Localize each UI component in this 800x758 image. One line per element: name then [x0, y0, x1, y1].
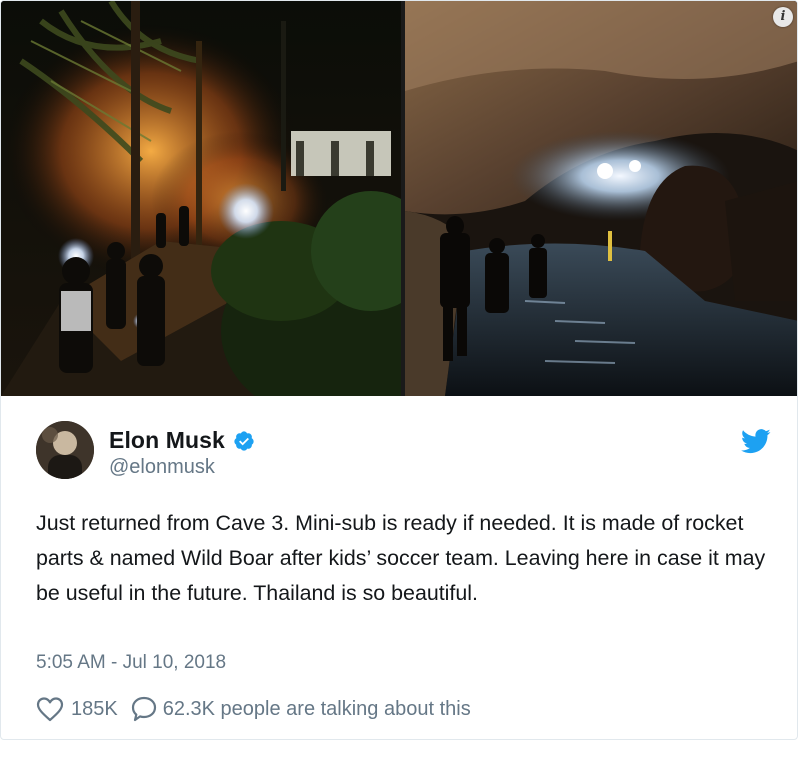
like-count: 185K	[71, 697, 118, 720]
avatar[interactable]	[36, 421, 94, 479]
tweet-header: Elon Musk @elonmusk	[1, 396, 797, 496]
talking-about-link[interactable]: 62.3K people are talking about this	[130, 695, 471, 723]
verified-badge-icon	[234, 430, 254, 451]
author-name-row[interactable]: Elon Musk	[109, 427, 255, 454]
tweet-actions: 185K 62.3K people are talking about this	[36, 695, 471, 723]
tweet-media[interactable]: i	[1, 1, 797, 396]
tweet-timestamp[interactable]: 5:05 AM - Jul 10, 2018	[36, 652, 226, 674]
tweet-text: Just returned from Cave 3. Mini-sub is r…	[36, 511, 766, 605]
twitter-bird-icon[interactable]	[741, 429, 771, 454]
cave-interior-photo[interactable]: i	[405, 1, 797, 396]
info-icon[interactable]: i	[773, 7, 793, 27]
talking-about-text: 62.3K people are talking about this	[162, 697, 471, 720]
speech-bubble-icon	[131, 696, 156, 722]
tweet-card[interactable]: i Elon Musk @elonmusk Just returned from…	[0, 0, 798, 740]
like-button[interactable]: 185K	[36, 696, 118, 722]
display-name[interactable]: Elon Musk	[109, 427, 225, 454]
night-camp-photo[interactable]	[1, 1, 401, 396]
author-handle[interactable]: @elonmusk	[109, 456, 215, 479]
heart-icon	[36, 697, 64, 722]
